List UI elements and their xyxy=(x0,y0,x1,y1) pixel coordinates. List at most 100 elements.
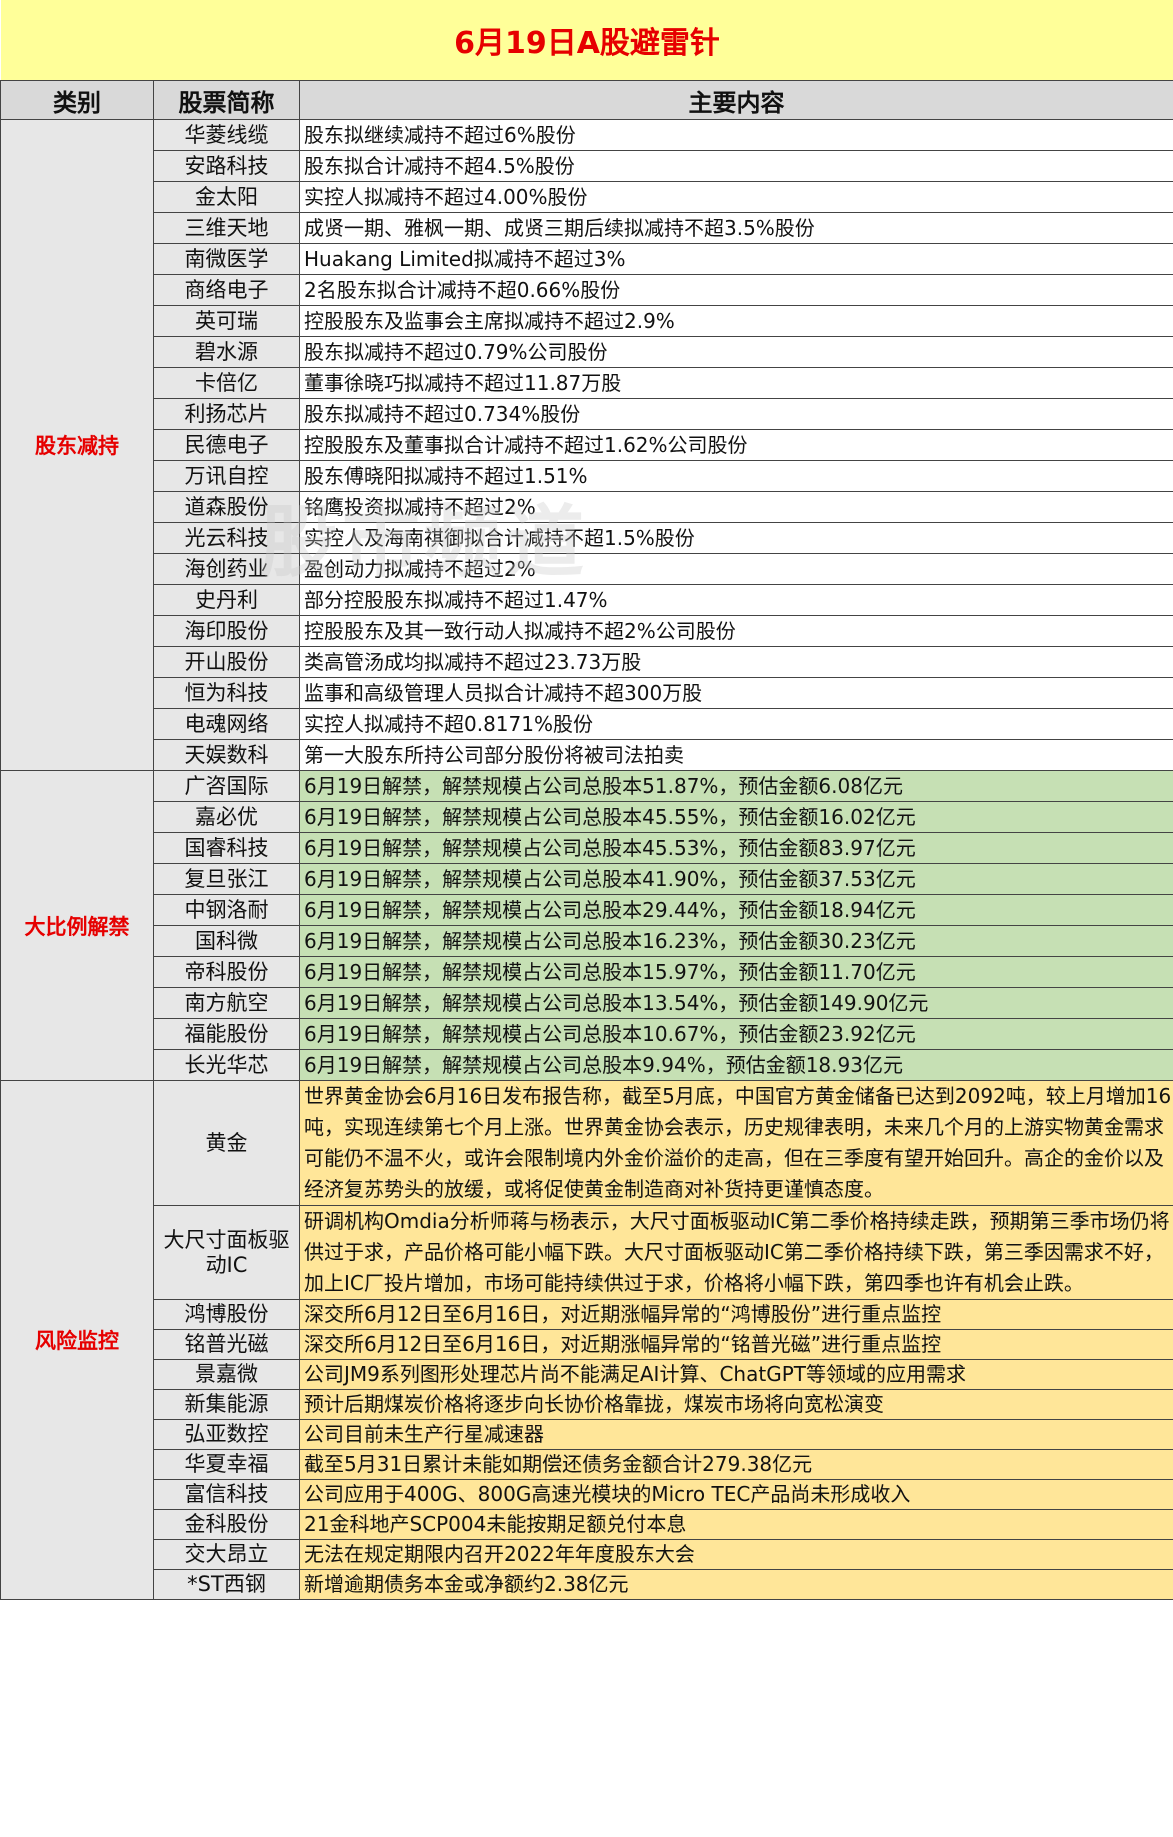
stock-name-cell: 交大昂立 xyxy=(153,1539,300,1570)
content-cell: 公司目前未生产行星减速器 xyxy=(298,1419,1173,1450)
content-cell: 股东拟减持不超过0.79%公司股份 xyxy=(298,336,1173,368)
content-cell: 截至5月31日累计未能如期偿还债务金额合计279.38亿元 xyxy=(298,1449,1173,1480)
content-cell: 控股股东及监事会主席拟减持不超过2.9% xyxy=(298,305,1173,337)
table-row: 南微医学 Huakang Limited拟减持不超过3% xyxy=(1,243,1173,275)
table-row: 卡倍亿 董事徐晓巧拟减持不超过11.87万股 xyxy=(1,367,1173,399)
content-cell: 部分控股股东拟减持不超过1.47% xyxy=(298,584,1173,616)
stock-name-cell: 帝科股份 xyxy=(153,956,300,988)
table-row: 风险监控 黄金 世界黄金协会6月16日发布报告称，截至5月底，中国官方黄金储备已达到… xyxy=(0,1080,1173,1600)
table-row: 史丹利 部分控股股东拟减持不超过1.47% xyxy=(1,584,1173,616)
stock-name-cell: 嘉必优 xyxy=(153,801,300,833)
stock-name-cell: 海印股份 xyxy=(153,615,300,647)
content-cell: 董事徐晓巧拟减持不超过11.87万股 xyxy=(298,367,1173,399)
table-row: 海印股份 控股股东及其一致行动人拟减持不超2%公司股份 xyxy=(1,615,1173,647)
stock-name-cell: 复旦张江 xyxy=(153,863,300,895)
content-cell: 监事和高级管理人员拟合计减持不超300万股 xyxy=(298,677,1173,709)
content-cell: 股东傅晓阳拟减持不超过1.51% xyxy=(298,460,1173,492)
stock-name-cell: 商络电子 xyxy=(153,274,300,306)
stock-name-cell: 华菱线缆 xyxy=(153,119,300,151)
content-cell: Huakang Limited拟减持不超过3% xyxy=(298,243,1173,275)
header-category: 类别 xyxy=(0,80,154,120)
table-row: 金太阳 实控人拟减持不超过4.00%股份 xyxy=(1,181,1173,213)
table-row: 三维天地 成贤一期、雅枫一期、成贤三期后续拟减持不超3.5%股份 xyxy=(1,212,1173,244)
stock-name-cell: 碧水源 xyxy=(153,336,300,368)
stock-name-cell: 广咨国际 xyxy=(153,770,300,802)
stock-name-cell: 利扬芯片 xyxy=(153,398,300,430)
table-row: 中钢洛耐 6月19日解禁，解禁规模占公司总股本29.44%，预估金额18.94亿元 xyxy=(1,894,1173,926)
page-title: 6月19日A股避雷针 xyxy=(0,0,1173,81)
table-row: 福能股份 6月19日解禁，解禁规模占公司总股本10.67%，预估金额23.92亿元 xyxy=(1,1018,1173,1050)
stock-name-cell: 安路科技 xyxy=(153,150,300,182)
table-row: 弘亚数控 公司目前未生产行星减速器 xyxy=(1,1419,1173,1450)
content-cell: 实控人拟减持不超过4.00%股份 xyxy=(298,181,1173,213)
stock-name-cell: 光云科技 xyxy=(153,522,300,554)
table-row: 安路科技 股东拟合计减持不超4.5%股份 xyxy=(1,150,1173,182)
table-row: 交大昂立 无法在规定期限内召开2022年年度股东大会 xyxy=(1,1539,1173,1570)
stock-name-cell: 金太阳 xyxy=(153,181,300,213)
content-cell: 类高管汤成均拟减持不超过23.73万股 xyxy=(298,646,1173,678)
stock-name-cell: 铭普光磁 xyxy=(153,1329,300,1360)
stock-name-cell: 鸿博股份 xyxy=(153,1299,300,1330)
stock-name-cell: *ST西钢 xyxy=(153,1569,300,1600)
table-row: 恒为科技 监事和高级管理人员拟合计减持不超300万股 xyxy=(1,677,1173,709)
stock-name-cell: 海创药业 xyxy=(153,553,300,585)
stock-name-cell: 民德电子 xyxy=(153,429,300,461)
header-stock: 股票简称 xyxy=(153,80,300,120)
table-row: *ST西钢 新增逾期债务本金或净额约2.38亿元 xyxy=(1,1569,1173,1600)
table-row: 富信科技 公司应用于400G、800G高速光模块的Micro TEC产品尚未形成收… xyxy=(1,1479,1173,1510)
table-row: 国科微 6月19日解禁，解禁规模占公司总股本16.23%，预估金额30.23亿元 xyxy=(1,925,1173,957)
table-row: 商络电子 2名股东拟合计减持不超0.66%股份 xyxy=(1,274,1173,306)
table-row: 开山股份 类高管汤成均拟减持不超过23.73万股 xyxy=(1,646,1173,678)
stock-name-cell: 万讯自控 xyxy=(153,460,300,492)
stock-name-cell: 景嘉微 xyxy=(153,1359,300,1390)
table-row: 天娱数科 第一大股东所持公司部分股份将被司法拍卖 xyxy=(1,739,1173,771)
stock-name-cell: 金科股份 xyxy=(153,1509,300,1540)
content-cell: 实控人及海南祺御拟合计减持不超1.5%股份 xyxy=(298,522,1173,554)
content-cell: 6月19日解禁，解禁规模占公司总股本10.67%，预估金额23.92亿元 xyxy=(298,1018,1173,1050)
content-cell: 股东拟合计减持不超4.5%股份 xyxy=(298,150,1173,182)
content-cell: 世界黄金协会6月16日发布报告称，截至5月底，中国官方黄金储备已达到2092吨，… xyxy=(298,1080,1173,1206)
table-row: 南方航空 6月19日解禁，解禁规模占公司总股本13.54%，预估金额149.90亿… xyxy=(1,987,1173,1019)
content-cell: 6月19日解禁，解禁规模占公司总股本45.55%，预估金额16.02亿元 xyxy=(298,801,1173,833)
table-row: 长光华芯 6月19日解禁，解禁规模占公司总股本9.94%，预估金额18.93亿元 xyxy=(1,1049,1173,1081)
stock-name-cell: 英可瑞 xyxy=(153,305,300,337)
stock-name-cell: 新集能源 xyxy=(153,1389,300,1420)
stock-name-cell: 福能股份 xyxy=(153,1018,300,1050)
stock-name-cell: 天娱数科 xyxy=(153,739,300,771)
table-row: 嘉必优 6月19日解禁，解禁规模占公司总股本45.55%，预估金额16.02亿元 xyxy=(1,801,1173,833)
table-row: 电魂网络 实控人拟减持不超0.8171%股份 xyxy=(1,708,1173,740)
content-cell: 公司JM9系列图形处理芯片尚不能满足AI计算、ChatGPT等领域的应用需求 xyxy=(298,1359,1173,1390)
table-row: 大尺寸面板驱动IC 研调机构Omdia分析师蒋与杨表示，大尺寸面板驱动IC第二季价… xyxy=(1,1205,1173,1300)
table-row: 英可瑞 控股股东及监事会主席拟减持不超过2.9% xyxy=(1,305,1173,337)
content-cell: 21金科地产SCP004未能按期足额兑付本息 xyxy=(298,1509,1173,1540)
stock-name-cell: 大尺寸面板驱动IC xyxy=(153,1205,300,1300)
stock-name-cell: 电魂网络 xyxy=(153,708,300,740)
table-row: 道森股份 铭鹰投资拟减持不超过2% xyxy=(1,491,1173,523)
stock-name-cell: 卡倍亿 xyxy=(153,367,300,399)
table-row: 利扬芯片 股东拟减持不超过0.734%股份 xyxy=(1,398,1173,430)
stock-name-cell: 国睿科技 xyxy=(153,832,300,864)
stock-name-cell: 三维天地 xyxy=(153,212,300,244)
content-cell: 6月19日解禁，解禁规模占公司总股本15.97%，预估金额11.70亿元 xyxy=(298,956,1173,988)
stock-name-cell: 国科微 xyxy=(153,925,300,957)
stock-name-cell: 南方航空 xyxy=(153,987,300,1019)
stock-name-cell: 弘亚数控 xyxy=(153,1419,300,1450)
stock-name-cell: 中钢洛耐 xyxy=(153,894,300,926)
content-cell: 6月19日解禁，解禁规模占公司总股本9.94%，预估金额18.93亿元 xyxy=(298,1049,1173,1081)
content-cell: 股东拟减持不超过0.734%股份 xyxy=(298,398,1173,430)
stock-name-cell: 华夏幸福 xyxy=(153,1449,300,1480)
content-cell: 第一大股东所持公司部分股份将被司法拍卖 xyxy=(298,739,1173,771)
table-row: 帝科股份 6月19日解禁，解禁规模占公司总股本15.97%，预估金额11.70亿元 xyxy=(1,956,1173,988)
category-cell: 大比例解禁 xyxy=(0,770,154,1081)
category-cell: 股东减持 xyxy=(0,119,154,771)
header-content: 主要内容 xyxy=(298,80,1173,120)
risk-table: 6月19日A股避雷针 类别 股票简称 主要内容 股东减持 华菱线缆 股东拟继续减持不… xyxy=(0,0,1173,1600)
content-cell: 2名股东拟合计减持不超0.66%股份 xyxy=(298,274,1173,306)
content-cell: 预计后期煤炭价格将逐步向长协价格靠拢，煤炭市场将向宽松演变 xyxy=(298,1389,1173,1420)
table-row: 复旦张江 6月19日解禁，解禁规模占公司总股本41.90%，预估金额37.53亿元 xyxy=(1,863,1173,895)
content-cell: 6月19日解禁，解禁规模占公司总股本45.53%，预估金额83.97亿元 xyxy=(298,832,1173,864)
stock-name-cell: 富信科技 xyxy=(153,1479,300,1510)
content-cell: 6月19日解禁，解禁规模占公司总股本13.54%，预估金额149.90亿元 xyxy=(298,987,1173,1019)
content-cell: 控股股东及董事拟合计减持不超过1.62%公司股份 xyxy=(298,429,1173,461)
content-cell: 股东拟继续减持不超过6%股份 xyxy=(298,119,1173,151)
